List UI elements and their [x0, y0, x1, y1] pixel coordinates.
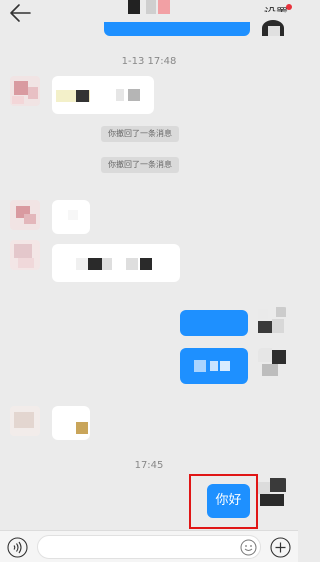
received-message-bubble[interactable]	[52, 76, 154, 114]
my-avatar[interactable]	[258, 478, 288, 508]
notification-dot	[286, 4, 292, 10]
message-input[interactable]	[37, 535, 261, 559]
recall-notice: 你撤回了一条消息	[101, 157, 179, 173]
chat-title-redacted	[124, 0, 176, 14]
arrow-left-icon[interactable]	[8, 3, 32, 23]
received-message-bubble[interactable]	[52, 406, 90, 440]
sent-message-bubble[interactable]	[180, 310, 248, 336]
recall-notice: 你撤回了一条消息	[101, 126, 179, 142]
voice-icon[interactable]	[7, 537, 28, 558]
contact-avatar[interactable]	[10, 76, 40, 106]
my-avatar[interactable]	[258, 348, 288, 378]
my-avatar[interactable]	[258, 307, 288, 337]
plus-icon[interactable]	[270, 537, 291, 558]
contact-avatar[interactable]	[10, 406, 40, 436]
my-avatar[interactable]	[258, 12, 288, 38]
received-message-bubble[interactable]	[52, 244, 180, 282]
contact-avatar[interactable]	[10, 200, 40, 230]
message-text: 你好	[215, 493, 242, 508]
chat-input-bar	[0, 530, 298, 562]
received-message-bubble[interactable]	[52, 200, 90, 234]
sent-message-bubble[interactable]	[104, 22, 250, 36]
sent-message-bubble[interactable]	[180, 348, 248, 384]
timestamp: 17:45	[134, 460, 164, 471]
sent-message-bubble[interactable]: 你好	[207, 484, 250, 518]
smiley-icon[interactable]	[240, 539, 257, 556]
contact-avatar[interactable]	[10, 240, 40, 270]
timestamp: 1-13 17:48	[121, 56, 177, 67]
